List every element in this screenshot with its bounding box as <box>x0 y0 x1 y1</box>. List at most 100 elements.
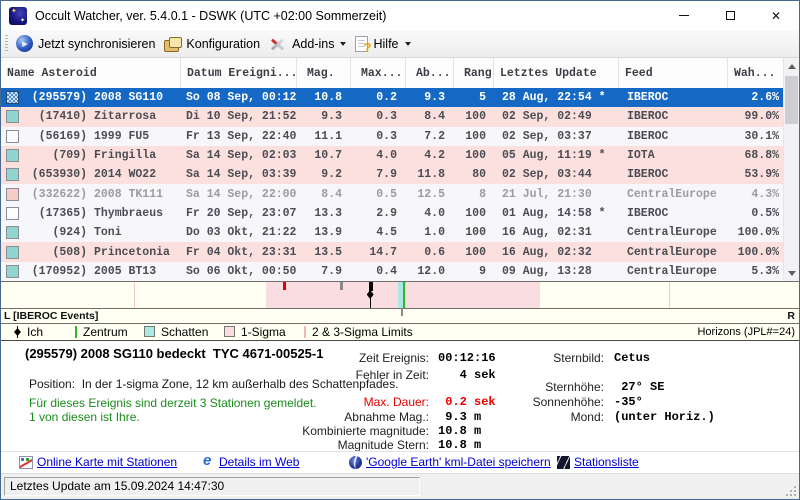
field-value: 00:12:16 <box>438 351 496 365</box>
cell-check <box>1 127 27 146</box>
vertical-scrollbar[interactable] <box>783 58 799 281</box>
field-label: Fehler in Zeit: <box>355 368 429 382</box>
table-row[interactable]: (17365) Thymbraeus Fr 20 Sep, 23:07 13.3 2.9… <box>1 203 783 224</box>
row-checkbox[interactable] <box>6 187 19 201</box>
column-header-mag[interactable]: Mag. <box>297 58 351 88</box>
cell-max: 2.9 <box>376 206 397 220</box>
row-checkbox[interactable] <box>6 110 19 124</box>
cell-mag: 7.9 <box>321 264 342 278</box>
scrollbar-thumb[interactable] <box>785 76 798 124</box>
row-checkbox[interactable] <box>6 149 19 163</box>
event-details: (295579) 2008 SG110 bedeckt TYC 4671-005… <box>1 341 799 452</box>
cell-ab: 12.5 <box>417 187 445 201</box>
scroll-down-button[interactable] <box>784 265 799 281</box>
field-label: Sonnenhöhe: <box>532 395 604 409</box>
close-button[interactable]: ✕ <box>753 1 799 30</box>
resize-grip[interactable] <box>784 484 796 496</box>
sync-button[interactable]: Jetzt synchronisieren <box>13 32 161 56</box>
cell-rang: 100 <box>465 245 486 259</box>
links-bar: Online Karte mit Stationen Details im We… <box>1 451 799 473</box>
field-value: 27° SE <box>614 380 665 394</box>
table-row[interactable]: (295579) 2008 SG110 So 08 Sep, 00:12 10.8 0.… <box>1 88 783 108</box>
cell-ab: 7.2 <box>424 129 445 143</box>
table-row[interactable]: (332622) 2008 TK111 Sa 14 Sep, 22:00 8.4 0.5… <box>1 184 783 204</box>
cell-check <box>1 165 27 184</box>
zentrum-line-icon <box>75 326 77 338</box>
toolbar-grip[interactable] <box>5 34 8 53</box>
table-row[interactable]: (709) Fringilla Sa 14 Sep, 02:03 10.7 4.0 4.2… <box>1 145 783 166</box>
cell-wah: 100.0% <box>737 245 779 259</box>
row-checkbox[interactable] <box>6 168 19 182</box>
row-checkbox[interactable] <box>6 245 19 259</box>
help-menu-button[interactable]: Hilfe <box>352 32 416 56</box>
cell-rang: 8 <box>479 187 486 201</box>
timeline-plot[interactable] <box>1 281 799 309</box>
column-header-datum[interactable]: Datum Ereigni... <box>181 58 297 88</box>
link-label[interactable]: Details im Web <box>219 455 299 469</box>
column-header-rang[interactable]: Rang <box>454 58 494 88</box>
field-label: Kombinierte magnitude: <box>302 424 429 438</box>
asteroid-number: (508) <box>52 245 87 259</box>
field-value: 10.8 m <box>438 424 482 438</box>
cell-datum: So 06 Okt, 00:50 <box>186 264 297 278</box>
cell-mag: 10.8 <box>314 91 342 105</box>
asteroid-name: Fringilla <box>94 149 157 163</box>
cell-feed: CentralEurope <box>627 226 717 240</box>
table-row[interactable]: (56169) 1999 FU5 Fr 13 Sep, 22:40 11.1 0.3 7.… <box>1 126 783 146</box>
online-map-link[interactable]: Online Karte mit Stationen <box>19 455 177 469</box>
cell-mag: 10.7 <box>314 149 342 163</box>
column-header-max[interactable]: Max... <box>351 58 406 88</box>
cell-feed: IOTA <box>627 149 655 163</box>
maximize-button[interactable] <box>707 1 753 30</box>
station-list-link[interactable]: Stationsliste <box>557 455 639 469</box>
table-row[interactable]: (170952) 2005 BT13 So 06 Okt, 00:50 7.9 0.4 1… <box>1 261 783 281</box>
row-checkbox[interactable] <box>6 226 19 240</box>
minimize-button[interactable] <box>661 1 707 30</box>
configuration-button[interactable]: Konfiguration <box>161 32 266 56</box>
event-list: Name Asteroid Datum Ereigni... Mag. Max.… <box>1 58 799 281</box>
cell-ab: 8.4 <box>424 110 445 124</box>
ephemeris-source-label: Horizons (JPL#=24) <box>697 326 795 338</box>
row-checkbox[interactable] <box>6 91 19 105</box>
table-row[interactable]: (924) Toni Do 03 Okt, 21:22 13.9 4.5 1.0 100 16… <box>1 223 783 243</box>
cell-max: 4.0 <box>376 149 397 163</box>
link-label[interactable]: Stationsliste <box>574 455 639 469</box>
table-row[interactable]: (17410) Zitarrosa Di 10 Sep, 21:52 9.3 0.3 8.… <box>1 107 783 127</box>
web-details-link[interactable]: Details im Web <box>201 452 299 469</box>
column-header-ab[interactable]: Ab... <box>406 58 454 88</box>
column-header-feed[interactable]: Feed <box>619 58 728 88</box>
cell-wah: 2.6% <box>751 91 779 105</box>
link-label[interactable]: Online Karte mit Stationen <box>37 455 177 469</box>
field-label: Sternhöhe: <box>545 380 604 394</box>
sync-label: Jetzt synchronisieren <box>38 36 156 51</box>
scroll-up-button[interactable] <box>784 58 799 74</box>
row-checkbox[interactable] <box>6 264 19 278</box>
column-header-wah[interactable]: Wah... <box>728 58 785 88</box>
cell-wah: 99.0% <box>744 110 779 124</box>
cell-ab: 12.0 <box>417 264 445 278</box>
column-header-name[interactable]: Name Asteroid <box>1 58 181 88</box>
cell-datum: So 08 Sep, 00:12 <box>186 91 297 105</box>
table-row[interactable]: (508) Princetonia Fr 04 Okt, 23:31 13.5 14.7… <box>1 242 783 262</box>
column-header-letztes[interactable]: Letztes Update <box>494 58 619 88</box>
cell-feed: IBEROC <box>627 168 669 182</box>
addins-menu-button[interactable]: Add-ins <box>266 32 352 56</box>
configuration-icon <box>164 36 183 52</box>
field-value: -35° <box>614 395 643 409</box>
asteroid-number: (924) <box>52 226 87 240</box>
asteroid-name: Thymbraeus <box>94 206 164 220</box>
link-label[interactable]: 'Google Earth' kml-Datei speichern <box>366 455 551 469</box>
field-label: Sternbild: <box>553 351 604 365</box>
google-earth-kml-link[interactable]: 'Google Earth' kml-Datei speichern <box>349 455 551 469</box>
cell-datum: Fr 04 Okt, 23:31 <box>186 245 297 259</box>
table-row[interactable]: (653930) 2014 WO22 Sa 14 Sep, 03:39 9.2 7.9 1… <box>1 165 783 185</box>
row-checkbox[interactable] <box>6 206 19 220</box>
cell-wah: 68.8% <box>744 149 779 163</box>
schatten-swatch-icon <box>144 326 155 337</box>
legend-zentrum-label: Zentrum <box>83 325 128 339</box>
limit-line-marker <box>668 282 670 308</box>
cell-letztes: 21 Jul, 21:30 <box>502 187 592 201</box>
row-checkbox[interactable] <box>6 129 19 143</box>
cell-rang: 5 <box>479 91 486 105</box>
title-bar: Occult Watcher, ver. 5.4.0.1 - DSWK (UTC… <box>1 1 799 30</box>
